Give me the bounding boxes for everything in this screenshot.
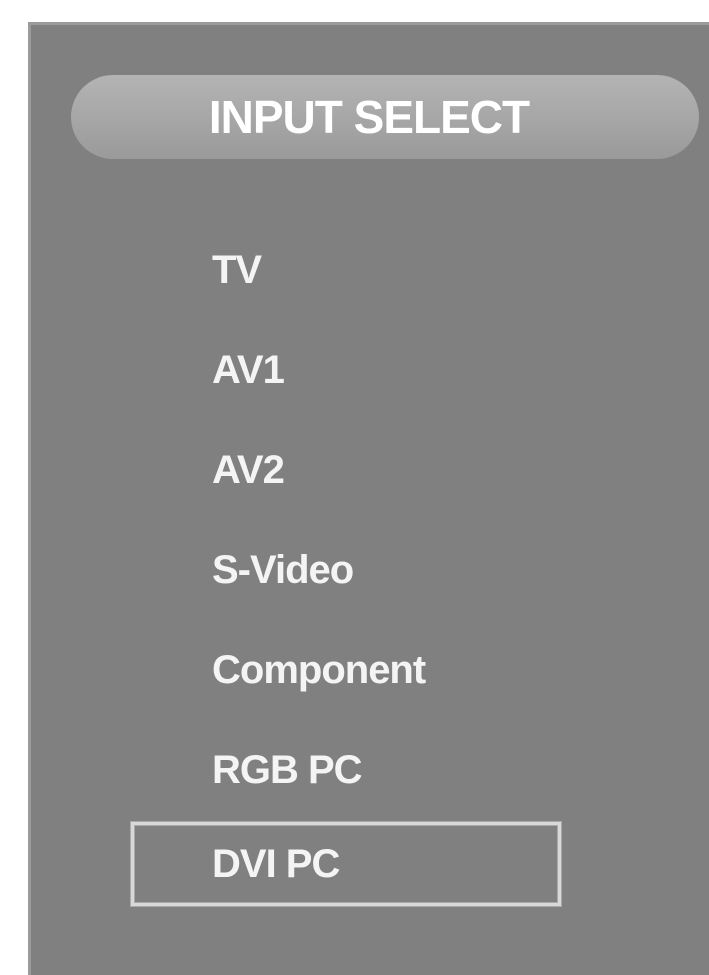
input-option-dvi-pc[interactable]: DVI PC bbox=[131, 822, 561, 906]
input-option-s-video[interactable]: S-Video bbox=[212, 540, 354, 600]
input-source-list: TV AV1 AV2 S-Video Component RGB PC DVI … bbox=[31, 25, 709, 975]
input-option-tv[interactable]: TV bbox=[212, 240, 262, 300]
input-select-osd-panel: INPUT SELECT TV AV1 AV2 S-Video Componen… bbox=[28, 22, 709, 975]
input-option-av1[interactable]: AV1 bbox=[212, 340, 285, 400]
input-option-component[interactable]: Component bbox=[212, 640, 426, 700]
input-option-rgb-pc[interactable]: RGB PC bbox=[212, 740, 363, 800]
input-option-av2[interactable]: AV2 bbox=[212, 440, 285, 500]
